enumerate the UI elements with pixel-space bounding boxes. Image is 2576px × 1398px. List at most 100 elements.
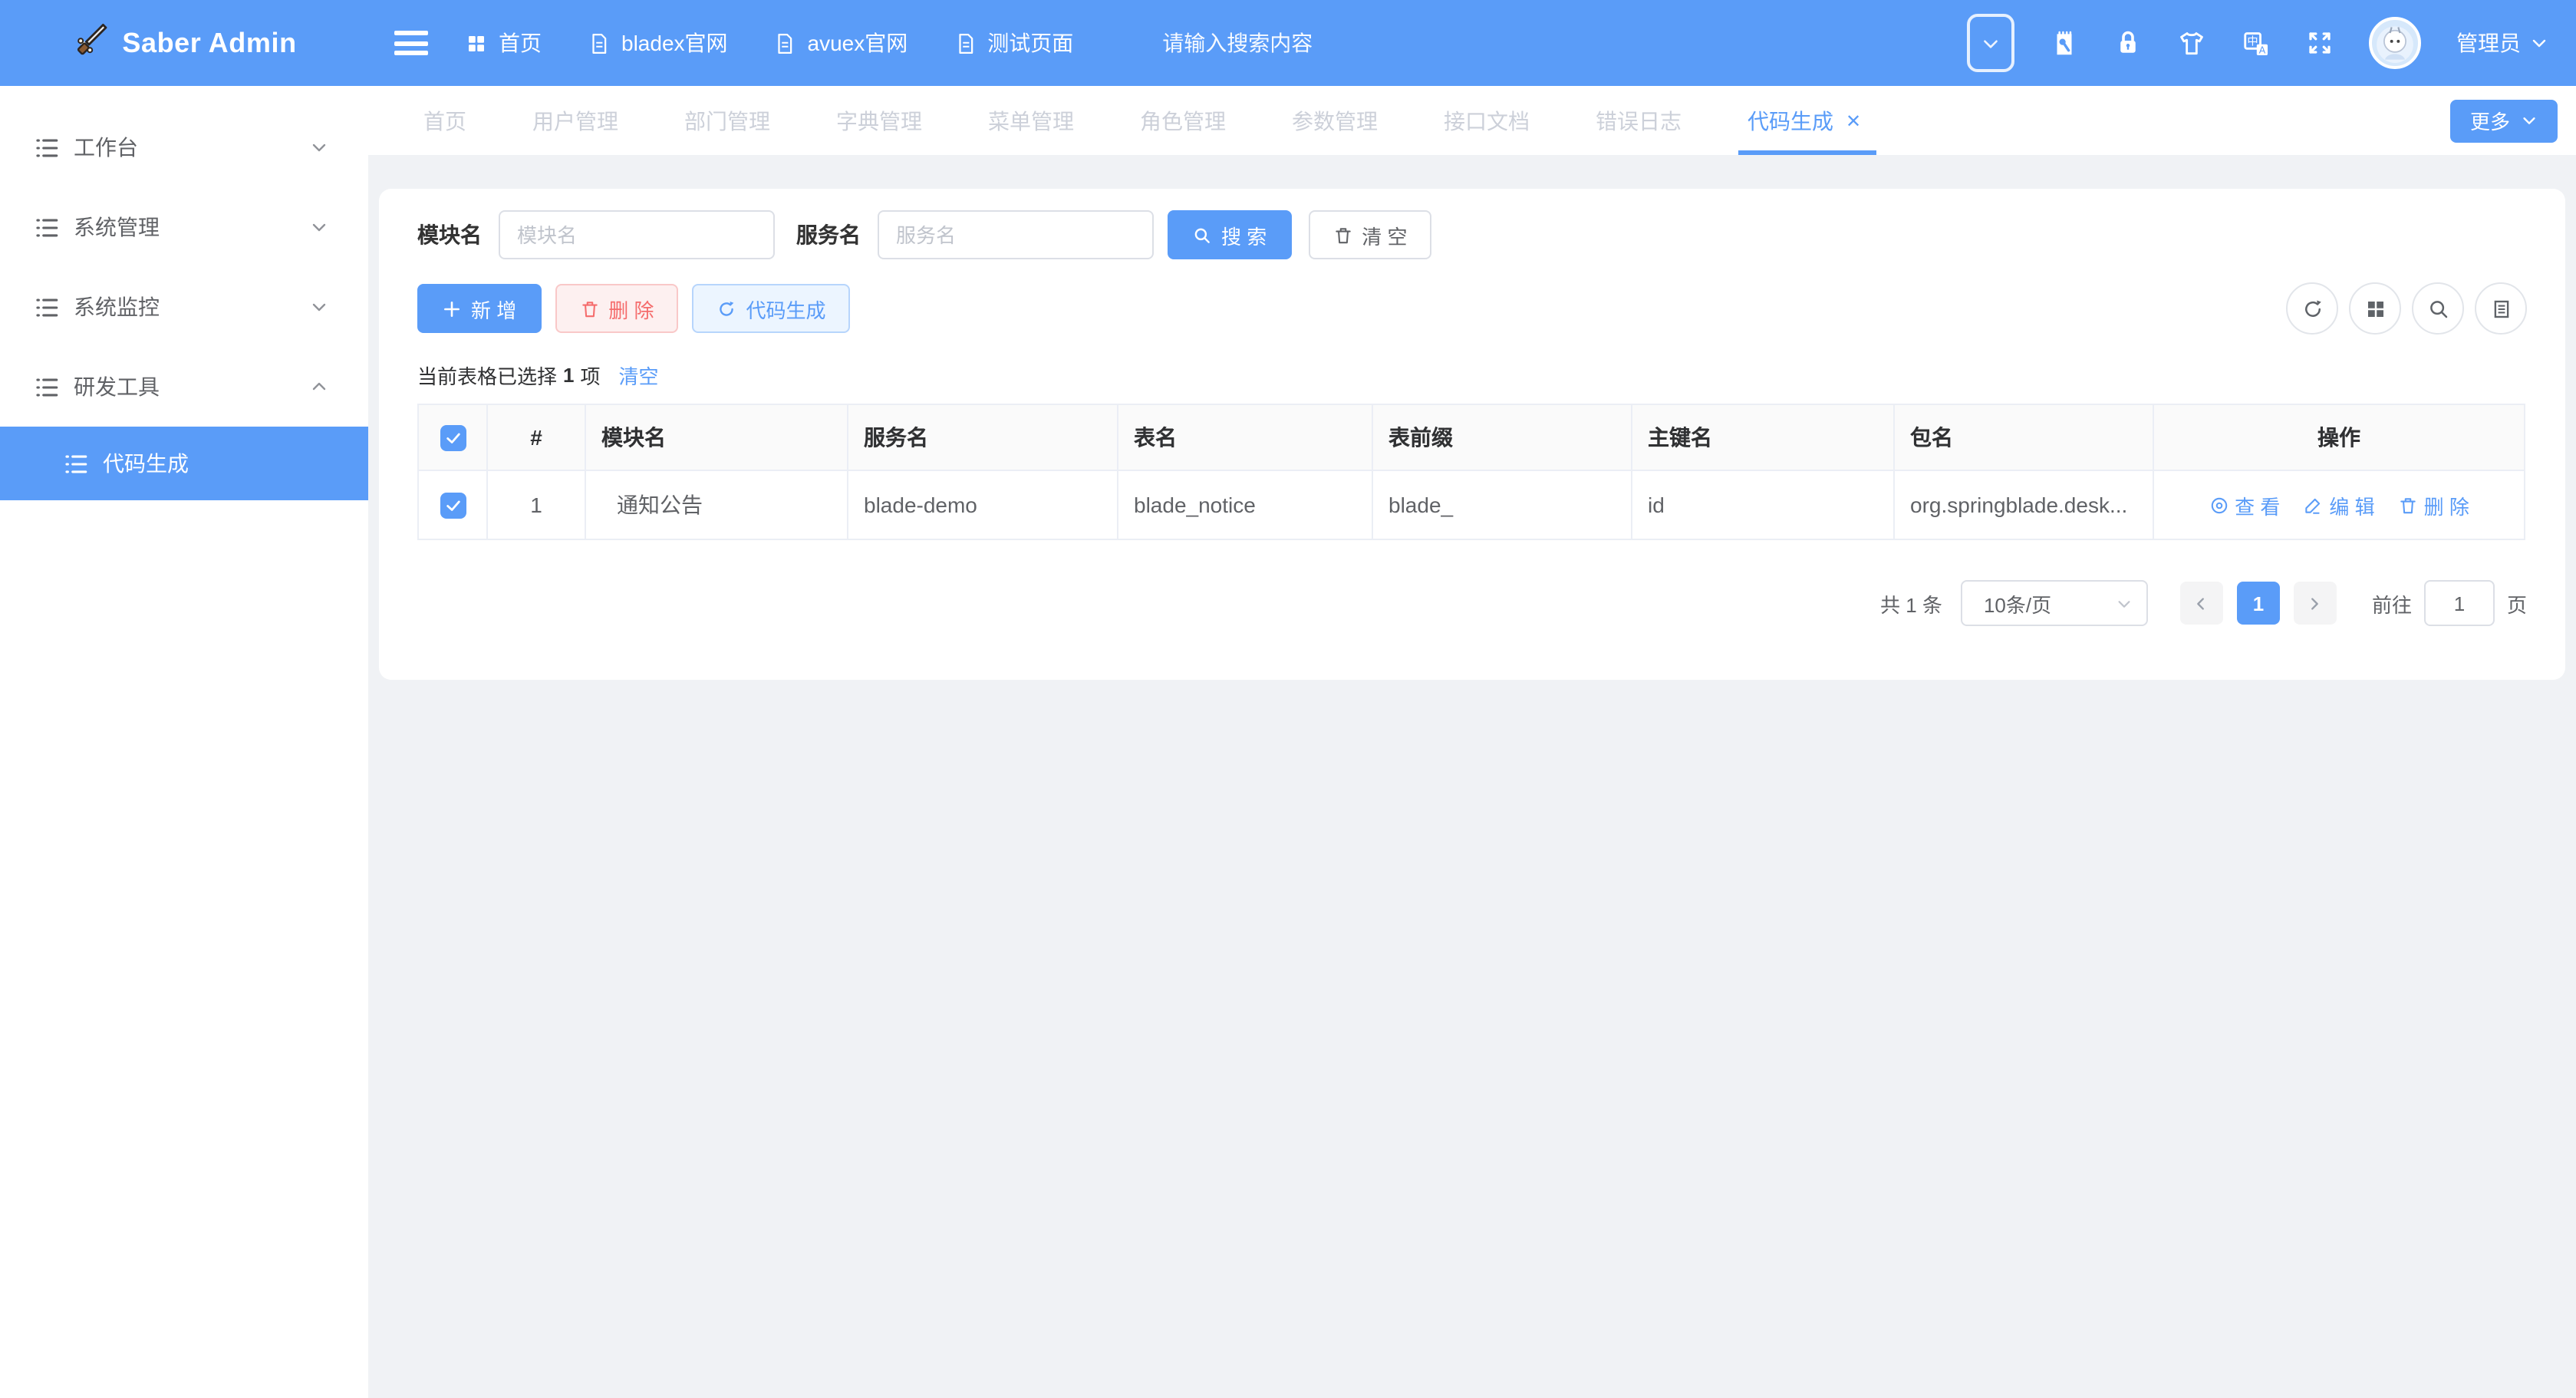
top-nav: 首页 bladex官网 avuex官网 测试页面 <box>465 28 1073 58</box>
header-icons: 中A 管理员 <box>1967 14 2548 72</box>
module-name-input[interactable] <box>499 210 775 259</box>
col-package: 包名 <box>1894 404 2153 470</box>
prev-page-button[interactable] <box>2180 582 2223 625</box>
topnav-item-bladex[interactable]: bladex官网 <box>588 28 728 58</box>
sidebar-item-workbench[interactable]: 工作台 <box>0 107 368 187</box>
cell-service: blade-demo <box>848 470 1118 539</box>
clear-selection-link[interactable]: 清空 <box>619 361 659 390</box>
svg-text:中: 中 <box>2247 35 2258 48</box>
sidebar-item-dev-tools[interactable]: 研发工具 <box>0 347 368 427</box>
tab-home[interactable]: 首页 <box>423 86 466 155</box>
selection-count: 1 <box>563 364 574 387</box>
debug-icon[interactable] <box>2050 28 2079 58</box>
header-search-input[interactable] <box>1159 29 1441 57</box>
tab-user-mgmt[interactable]: 用户管理 <box>532 86 618 155</box>
topnav-item-test-page[interactable]: 测试页面 <box>954 28 1073 58</box>
code-generate-button[interactable]: 代码生成 <box>693 284 851 333</box>
clear-filter-button[interactable]: 清 空 <box>1308 210 1431 259</box>
sidebar-item-system-monitor[interactable]: 系统监控 <box>0 267 368 347</box>
col-service: 服务名 <box>848 404 1118 470</box>
theme-icon[interactable] <box>2177 28 2206 58</box>
trash-icon <box>1332 225 1352 245</box>
cell-pk: id <box>1632 470 1894 539</box>
list-icon <box>34 214 60 240</box>
sidebar-menu: 工作台 系统管理 系统监控 研发工具 代码生成 <box>0 86 368 500</box>
chevron-down-icon <box>2521 112 2538 129</box>
tab-api-docs[interactable]: 接口文档 <box>1444 86 1530 155</box>
edit-link[interactable]: 编 辑 <box>2303 490 2374 519</box>
sidebar-item-label: 工作台 <box>74 132 310 163</box>
search-toggle-button[interactable] <box>2412 282 2464 335</box>
tab-param-mgmt[interactable]: 参数管理 <box>1292 86 1378 155</box>
tab-dict-mgmt[interactable]: 字典管理 <box>836 86 922 155</box>
topnav-label: 测试页面 <box>987 28 1073 58</box>
sidebar: Saber Admin 工作台 系统管理 系统监控 研发工具 <box>0 0 368 1398</box>
add-button[interactable]: 新 增 <box>417 284 541 333</box>
table-row[interactable]: 1 通知公告 blade-demo blade_notice blade_ id… <box>418 470 2525 539</box>
saber-sword-icon <box>71 21 108 65</box>
tab-menu-mgmt[interactable]: 菜单管理 <box>988 86 1074 155</box>
app-logo: Saber Admin <box>0 0 368 86</box>
hamburger-menu-icon[interactable] <box>394 31 428 55</box>
search-button[interactable]: 搜 索 <box>1168 210 1291 259</box>
cell-module: 通知公告 <box>585 470 848 539</box>
topnav-item-avuex[interactable]: avuex官网 <box>774 28 908 58</box>
chevron-right-icon <box>2307 595 2324 612</box>
svg-text:A: A <box>2259 44 2266 54</box>
refresh-button[interactable] <box>2286 282 2338 335</box>
select-all-checkbox[interactable] <box>440 425 466 451</box>
row-checkbox[interactable] <box>440 493 466 519</box>
tab-code-generation[interactable]: 代码生成 ✕ <box>1748 86 1861 155</box>
user-menu[interactable]: 管理员 <box>2456 28 2548 58</box>
chevron-down-icon <box>310 138 328 157</box>
page-number-button[interactable]: 1 <box>2237 582 2280 625</box>
tab-dept-mgmt[interactable]: 部门管理 <box>684 86 770 155</box>
check-icon <box>444 430 461 447</box>
list-icon <box>34 294 60 320</box>
lock-icon[interactable] <box>2114 29 2142 57</box>
goto-label: 前往 <box>2372 589 2412 618</box>
chevron-down-icon <box>310 298 328 316</box>
service-name-label: 服务名 <box>796 219 861 250</box>
fullscreen-icon[interactable] <box>2306 29 2334 57</box>
page-unit-label: 页 <box>2507 589 2527 618</box>
topnav-item-home[interactable]: 首页 <box>465 28 542 58</box>
pencil-icon <box>2303 495 2323 515</box>
crud-card: 模块名 服务名 搜 索 清 空 新 增 <box>379 189 2565 680</box>
service-name-input[interactable] <box>878 210 1154 259</box>
selection-info: 当前表格已选择 1 项 清空 <box>417 361 2527 390</box>
sidebar-item-system-mgmt[interactable]: 系统管理 <box>0 187 368 267</box>
goto-page-input[interactable] <box>2424 580 2495 626</box>
sidebar-item-code-generation[interactable]: 代码生成 <box>0 427 368 500</box>
list-icon <box>34 134 60 160</box>
language-icon[interactable]: 中A <box>2242 28 2271 58</box>
tab-role-mgmt[interactable]: 角色管理 <box>1140 86 1226 155</box>
page-size-select[interactable]: 10条/页 <box>1961 580 2148 626</box>
avatar[interactable] <box>2369 17 2421 69</box>
more-tabs-button[interactable]: 更多 <box>2450 99 2558 142</box>
top-collapse-icon[interactable] <box>1967 14 2014 72</box>
sidebar-item-label: 系统管理 <box>74 212 310 242</box>
col-table: 表名 <box>1118 404 1372 470</box>
app-root: Saber Admin 工作台 系统管理 系统监控 研发工具 <box>0 0 2576 1398</box>
delete-button[interactable]: 删 除 <box>555 284 678 333</box>
pagination-total: 共 1 条 <box>1880 589 1942 618</box>
chevron-up-icon <box>310 378 328 396</box>
tab-error-log[interactable]: 错误日志 <box>1596 86 1682 155</box>
tab-close-icon[interactable]: ✕ <box>1846 110 1861 131</box>
content-area: 模块名 服务名 搜 索 清 空 新 增 <box>368 155 2576 1398</box>
column-settings-button[interactable] <box>2475 282 2527 335</box>
data-table: # 模块名 服务名 表名 表前缀 主键名 包名 操作 <box>417 404 2525 540</box>
selection-suffix: 项 <box>581 361 601 390</box>
next-page-button[interactable] <box>2294 582 2337 625</box>
delete-link[interactable]: 删 除 <box>2398 490 2469 519</box>
chevron-down-icon <box>2116 595 2133 612</box>
table-header-row: # 模块名 服务名 表名 表前缀 主键名 包名 操作 <box>418 404 2525 470</box>
col-pk: 主键名 <box>1632 404 1894 470</box>
cell-prefix: blade_ <box>1372 470 1632 539</box>
check-icon <box>444 497 461 514</box>
cell-package: org.springblade.desk... <box>1894 470 2153 539</box>
grid-view-button[interactable] <box>2349 282 2401 335</box>
topnav-label: avuex官网 <box>808 28 908 58</box>
view-link[interactable]: 查 看 <box>2209 490 2280 519</box>
